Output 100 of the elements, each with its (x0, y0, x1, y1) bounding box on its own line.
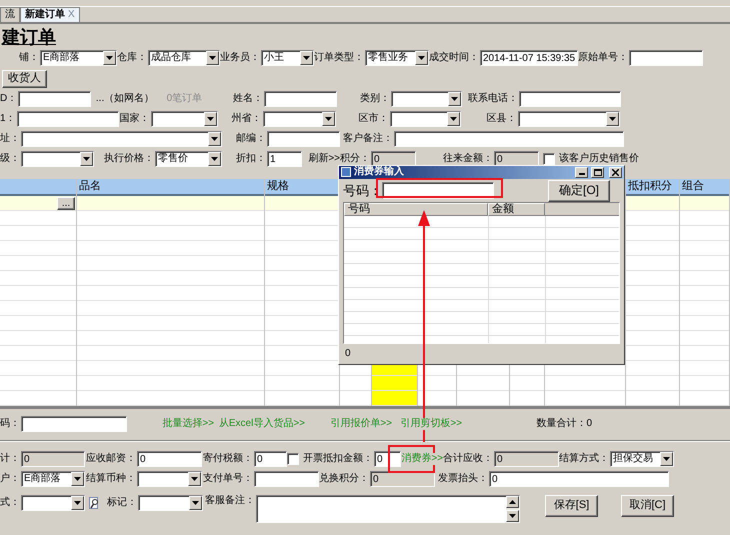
browse-button[interactable]: ... (57, 197, 75, 210)
input-field[interactable] (629, 50, 703, 66)
hint-text: 刷新>> (308, 153, 340, 165)
search-icon[interactable] (89, 496, 100, 510)
checkbox[interactable] (543, 153, 555, 165)
minimize-button[interactable] (575, 166, 588, 178)
input-field[interactable]: 0 (370, 471, 435, 487)
dropdown-field[interactable] (21, 151, 94, 167)
dropdown-field[interactable] (138, 495, 203, 511)
input-field[interactable] (21, 416, 127, 432)
total-text: 数量合计：0 (536, 418, 592, 430)
dropdown-field[interactable] (518, 111, 620, 127)
field-label: 结算币种： (86, 473, 136, 485)
scrollbar[interactable] (506, 496, 519, 522)
caret-icon (83, 157, 90, 161)
input-field[interactable] (254, 471, 319, 487)
caret-icon (663, 457, 670, 461)
input-field[interactable]: 0 (494, 451, 559, 467)
field-label: 寄付税额： (203, 453, 253, 465)
field-label: 联系电话： (468, 93, 518, 105)
field-label: 业务员： (220, 52, 260, 64)
input-field[interactable] (264, 91, 338, 107)
field-label: 折扣： (236, 153, 266, 165)
input-field[interactable] (267, 131, 340, 147)
field-label: 支付单号： (203, 473, 253, 485)
dropdown-field[interactable]: 小王 (261, 50, 314, 66)
dropdown-field[interactable] (137, 471, 202, 487)
field-label: 邮编： (236, 133, 266, 145)
field-label: 区市： (358, 113, 389, 125)
input-field[interactable]: 0 (21, 451, 85, 467)
field-label: 址： (0, 133, 20, 145)
text-area[interactable] (256, 495, 520, 523)
field-label: 积分： (340, 153, 370, 165)
order-count: 0笔订单 (166, 93, 202, 105)
caret-icon (509, 500, 516, 504)
input-field[interactable]: 2014-11-07 15:39:35 (480, 50, 578, 66)
field-label: 客户备注： (343, 133, 393, 145)
column-header: 品名 (78, 179, 101, 194)
dropdown-field[interactable] (262, 111, 336, 127)
field-label: 级： (0, 153, 20, 165)
caret-icon (74, 501, 81, 505)
dropdown-field[interactable] (150, 111, 218, 127)
dropdown-field[interactable]: 担保交易 (610, 451, 674, 467)
input-field[interactable] (16, 111, 119, 127)
caret-icon (106, 56, 113, 60)
footer-count: 0 (345, 348, 351, 360)
input-field[interactable]: 0 (137, 451, 202, 467)
column-header: 抵扣积分 (627, 179, 672, 194)
dropdown-field[interactable]: E商部落 (40, 50, 117, 66)
input-field[interactable] (519, 91, 622, 107)
dropdown-field[interactable]: 成品仓库 (148, 50, 220, 66)
field-label: 客服备注： (205, 495, 255, 507)
close-button[interactable] (609, 166, 622, 178)
caret-icon (450, 117, 457, 121)
input-field[interactable]: 0 (489, 471, 669, 487)
field-label: 标记： (107, 497, 137, 509)
column-header: 组合 (681, 179, 704, 194)
caret-icon (451, 97, 458, 101)
window-title: 消费券输入 (354, 166, 405, 178)
tab[interactable]: 新建订单 X (20, 7, 80, 22)
action-button[interactable]: 保存[S] (545, 495, 598, 517)
field-label: 成交时间： (429, 52, 479, 64)
field-label: 计： (0, 453, 20, 465)
input-field[interactable] (394, 131, 624, 147)
caret-icon (211, 157, 218, 161)
field-label: 合计应收： (443, 453, 493, 465)
input-field[interactable] (18, 91, 92, 107)
field-label: 式： (0, 497, 20, 509)
dropdown-field[interactable] (21, 495, 85, 511)
checkbox-label: 开票 (303, 453, 323, 465)
dropdown-field[interactable] (390, 111, 461, 127)
input-field[interactable]: 0 (254, 451, 287, 467)
caret-icon (192, 501, 199, 505)
dropdown-field[interactable]: 零售价 (155, 151, 222, 167)
dropdown-field[interactable]: 零售业务 (365, 50, 429, 66)
caret-icon (191, 477, 198, 481)
ok-button[interactable]: 确定[O] (548, 180, 610, 202)
field-label: 码： (0, 418, 20, 430)
field-label: 区县： (486, 113, 517, 125)
caret-icon (209, 56, 216, 60)
caret-icon (509, 514, 516, 518)
tab[interactable]: 流 (0, 7, 20, 22)
input-field[interactable]: 1 (267, 151, 302, 167)
caret-icon (303, 56, 310, 60)
field-label: 姓名： (233, 93, 264, 105)
field-label: 仓库： (117, 52, 147, 64)
checkbox[interactable] (287, 453, 299, 465)
dropdown-field[interactable] (391, 91, 462, 107)
column-header: 金额 (488, 203, 545, 216)
field-label: 户： (0, 473, 20, 485)
field-label: 执行价格： (104, 153, 154, 165)
field-label: 兑换积分： (319, 473, 369, 485)
field-label: 原始单号： (578, 52, 628, 64)
action-button[interactable]: 取消[C] (621, 495, 674, 517)
caret-icon (206, 117, 214, 121)
dropdown-field[interactable] (21, 131, 222, 147)
dropdown-field[interactable]: E商部落 (21, 471, 85, 487)
input-field[interactable]: 0 (374, 451, 401, 467)
maximize-button[interactable] (591, 166, 604, 178)
receiver-button[interactable]: 收货人 (2, 70, 47, 88)
